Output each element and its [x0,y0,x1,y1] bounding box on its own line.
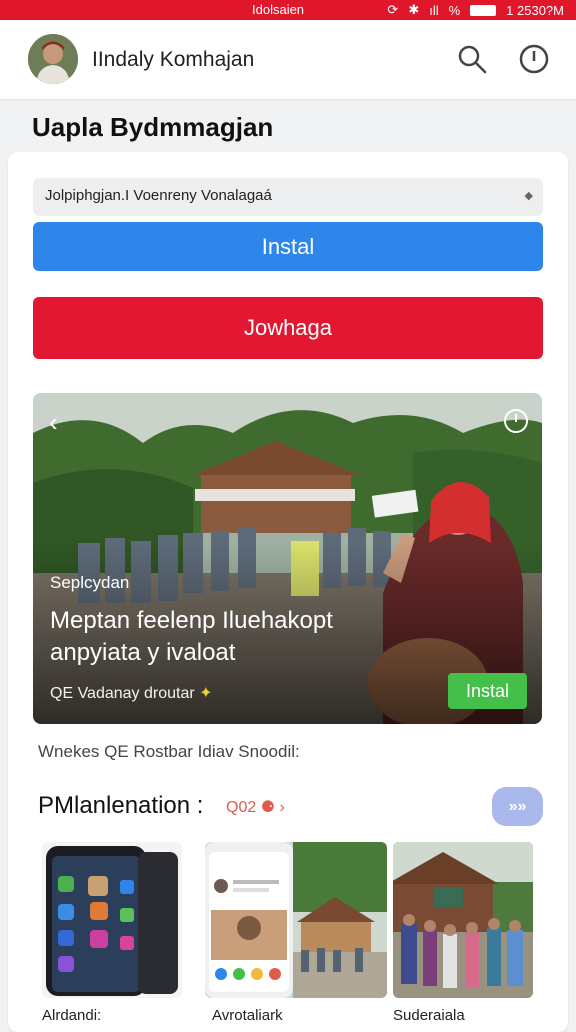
signal-icon: ıll [429,2,439,18]
info-icon[interactable] [517,42,551,76]
status-time: 1 2530?M [506,2,564,18]
sync-icon: ⟳ [387,2,399,17]
battery-icon [470,4,497,16]
avatar[interactable] [28,34,78,84]
status-bar: Idolsaien ⟳ ✱ ıll % 1 2530?M [0,0,576,20]
hero-banner[interactable]: ‹ Seplcydan Meptan feelenp Iluehakopt an… [33,393,542,724]
section-title: PMlanlenation : [38,792,204,819]
user-name: IIndaly Komhajan [92,48,255,71]
thumbnail-label: Alrdandi: [42,1007,102,1024]
thumbnail-label: Avrotaliark [212,1007,283,1024]
hero-meta: QE Vadanay droutar ✦ [50,683,213,703]
hero-install-button[interactable]: Instal [448,673,527,709]
thumbnail-phone-apps[interactable] [42,842,182,998]
bluetooth-icon: ✱ [408,2,420,17]
language-select[interactable]: Jolpiphgjan.I Voenreny Vonalagaá ◆ [33,178,543,216]
hero-meta-text: QE Vadanay droutar [50,685,195,702]
search-icon[interactable] [455,42,489,76]
hero-headline: Meptan feelenp Iluehakopt anpyiata y iva… [50,607,333,666]
status-icons: ⟳ ✱ ıll % 1 2530?M [387,2,564,18]
section-tag[interactable]: Q02 ⚈ › [226,797,285,817]
primary-red-button[interactable]: Jowhaga [33,297,543,359]
caption-text: Wnekes QE Rostbar Idiav Snoodil: [38,742,300,761]
caret-icon: ◆ [524,190,533,202]
install-button[interactable]: Instal [33,222,543,271]
battery-percent: % [448,2,461,18]
status-title: Idolsaien [252,2,305,17]
back-arrow-icon[interactable]: ‹ [49,407,58,438]
thumbnail-label: Suderaiala [393,1007,465,1024]
section-expand-button[interactable]: »» [492,787,543,826]
select-value: Jolpiphgjan.I Voenreny Vonalagaá [45,187,272,204]
star-icon: ✦ [199,685,213,702]
app-header: IIndaly Komhajan [0,20,576,100]
hero-kicker: Seplcydan [50,573,130,592]
thumbnail-village[interactable] [393,842,533,998]
page-title: Uapla Bydmmagjan [32,112,274,142]
thumbnail-video-call[interactable] [205,842,387,998]
timer-icon[interactable] [504,409,528,433]
